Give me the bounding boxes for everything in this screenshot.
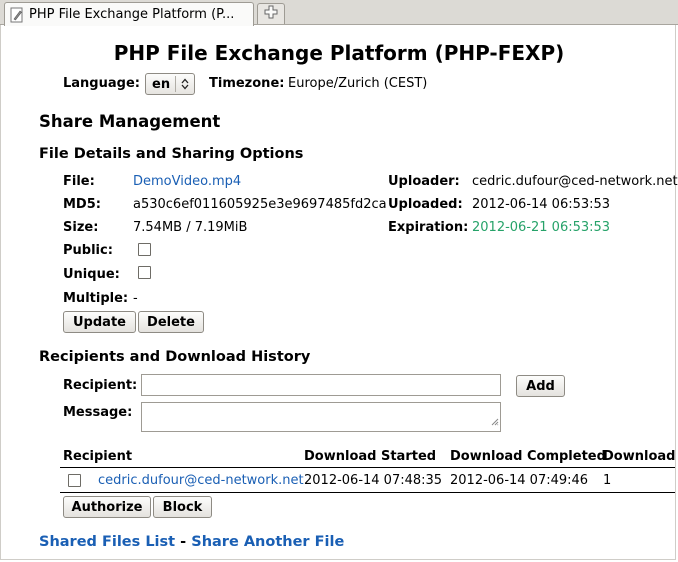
updown-arrows-icon <box>176 78 194 90</box>
tab-bar: PHP File Exchange Platform (P... <box>0 0 678 26</box>
browser-tab[interactable]: PHP File Exchange Platform (P... <box>4 2 254 26</box>
authorize-button[interactable]: Authorize <box>63 496 151 518</box>
timezone-label: Timezone: <box>209 76 285 91</box>
recipients-heading: Recipients and Download History <box>39 349 311 365</box>
language-label: Language: <box>63 76 140 91</box>
expiration-value: 2012-06-21 06:53:53 <box>472 220 611 235</box>
table-header-rule <box>60 467 675 468</box>
multiple-value: - <box>133 291 138 306</box>
share-another-file-link[interactable]: Share Another File <box>191 534 344 550</box>
size-value: 7.54MB / 7.19MiB <box>133 220 248 235</box>
timezone-value: Europe/Zurich (CEST) <box>288 76 428 91</box>
row-download-count: 1 <box>603 473 612 488</box>
message-label: Message: <box>63 405 133 420</box>
table-header-completed: Download Completed <box>450 449 606 464</box>
page-title: PHP File Exchange Platform (PHP-FEXP) <box>113 41 565 65</box>
shared-files-list-link[interactable]: Shared Files List <box>39 534 175 550</box>
table-footer-rule <box>60 492 675 493</box>
message-textarea[interactable] <box>141 402 501 432</box>
table-header-started: Download Started <box>304 449 437 464</box>
resize-grip-icon[interactable] <box>490 415 499 430</box>
md5-value: a530c6ef011605925e3e9697485fd2ca <box>133 197 387 212</box>
file-label: File: <box>63 174 95 189</box>
recipient-input[interactable] <box>141 374 501 396</box>
expiration-label: Expiration: <box>388 220 469 235</box>
update-button[interactable]: Update <box>63 311 136 333</box>
file-link[interactable]: DemoVideo.mp4 <box>133 174 241 189</box>
add-button[interactable]: Add <box>516 375 565 397</box>
delete-button[interactable]: Delete <box>138 311 204 333</box>
multiple-label: Multiple: <box>63 291 129 306</box>
public-checkbox[interactable] <box>138 243 151 256</box>
table-header-recipient: Recipient <box>63 449 133 464</box>
row-completed: 2012-06-14 07:49:46 <box>450 473 589 488</box>
md5-label: MD5: <box>63 197 101 212</box>
public-label: Public: <box>63 243 113 258</box>
row-select-checkbox[interactable] <box>68 474 81 487</box>
unique-label: Unique: <box>63 267 120 282</box>
pencil-icon <box>9 7 25 23</box>
share-management-heading: Share Management <box>39 112 221 131</box>
plus-icon <box>264 5 278 23</box>
size-label: Size: <box>63 220 99 235</box>
row-started: 2012-06-14 07:48:35 <box>304 473 443 488</box>
uploaded-label: Uploaded: <box>388 197 463 212</box>
language-value: en <box>152 76 171 92</box>
row-recipient-link[interactable]: cedric.dufour@ced-network.net <box>98 473 304 488</box>
footer-separator: - <box>180 534 187 550</box>
footer-links: Shared Files List - Share Another File <box>39 534 344 550</box>
table-header-download: Download <box>603 449 676 464</box>
language-select[interactable]: en <box>145 73 195 95</box>
new-tab-button[interactable] <box>257 3 285 24</box>
tab-title: PHP File Exchange Platform (P... <box>29 7 235 22</box>
uploader-value: cedric.dufour@ced-network.net <box>472 174 678 189</box>
file-details-heading: File Details and Sharing Options <box>39 146 304 162</box>
unique-checkbox[interactable] <box>138 266 151 279</box>
uploader-label: Uploader: <box>388 174 460 189</box>
block-button[interactable]: Block <box>153 496 212 518</box>
recipient-label: Recipient: <box>63 378 138 393</box>
uploaded-value: 2012-06-14 06:53:53 <box>472 197 611 212</box>
